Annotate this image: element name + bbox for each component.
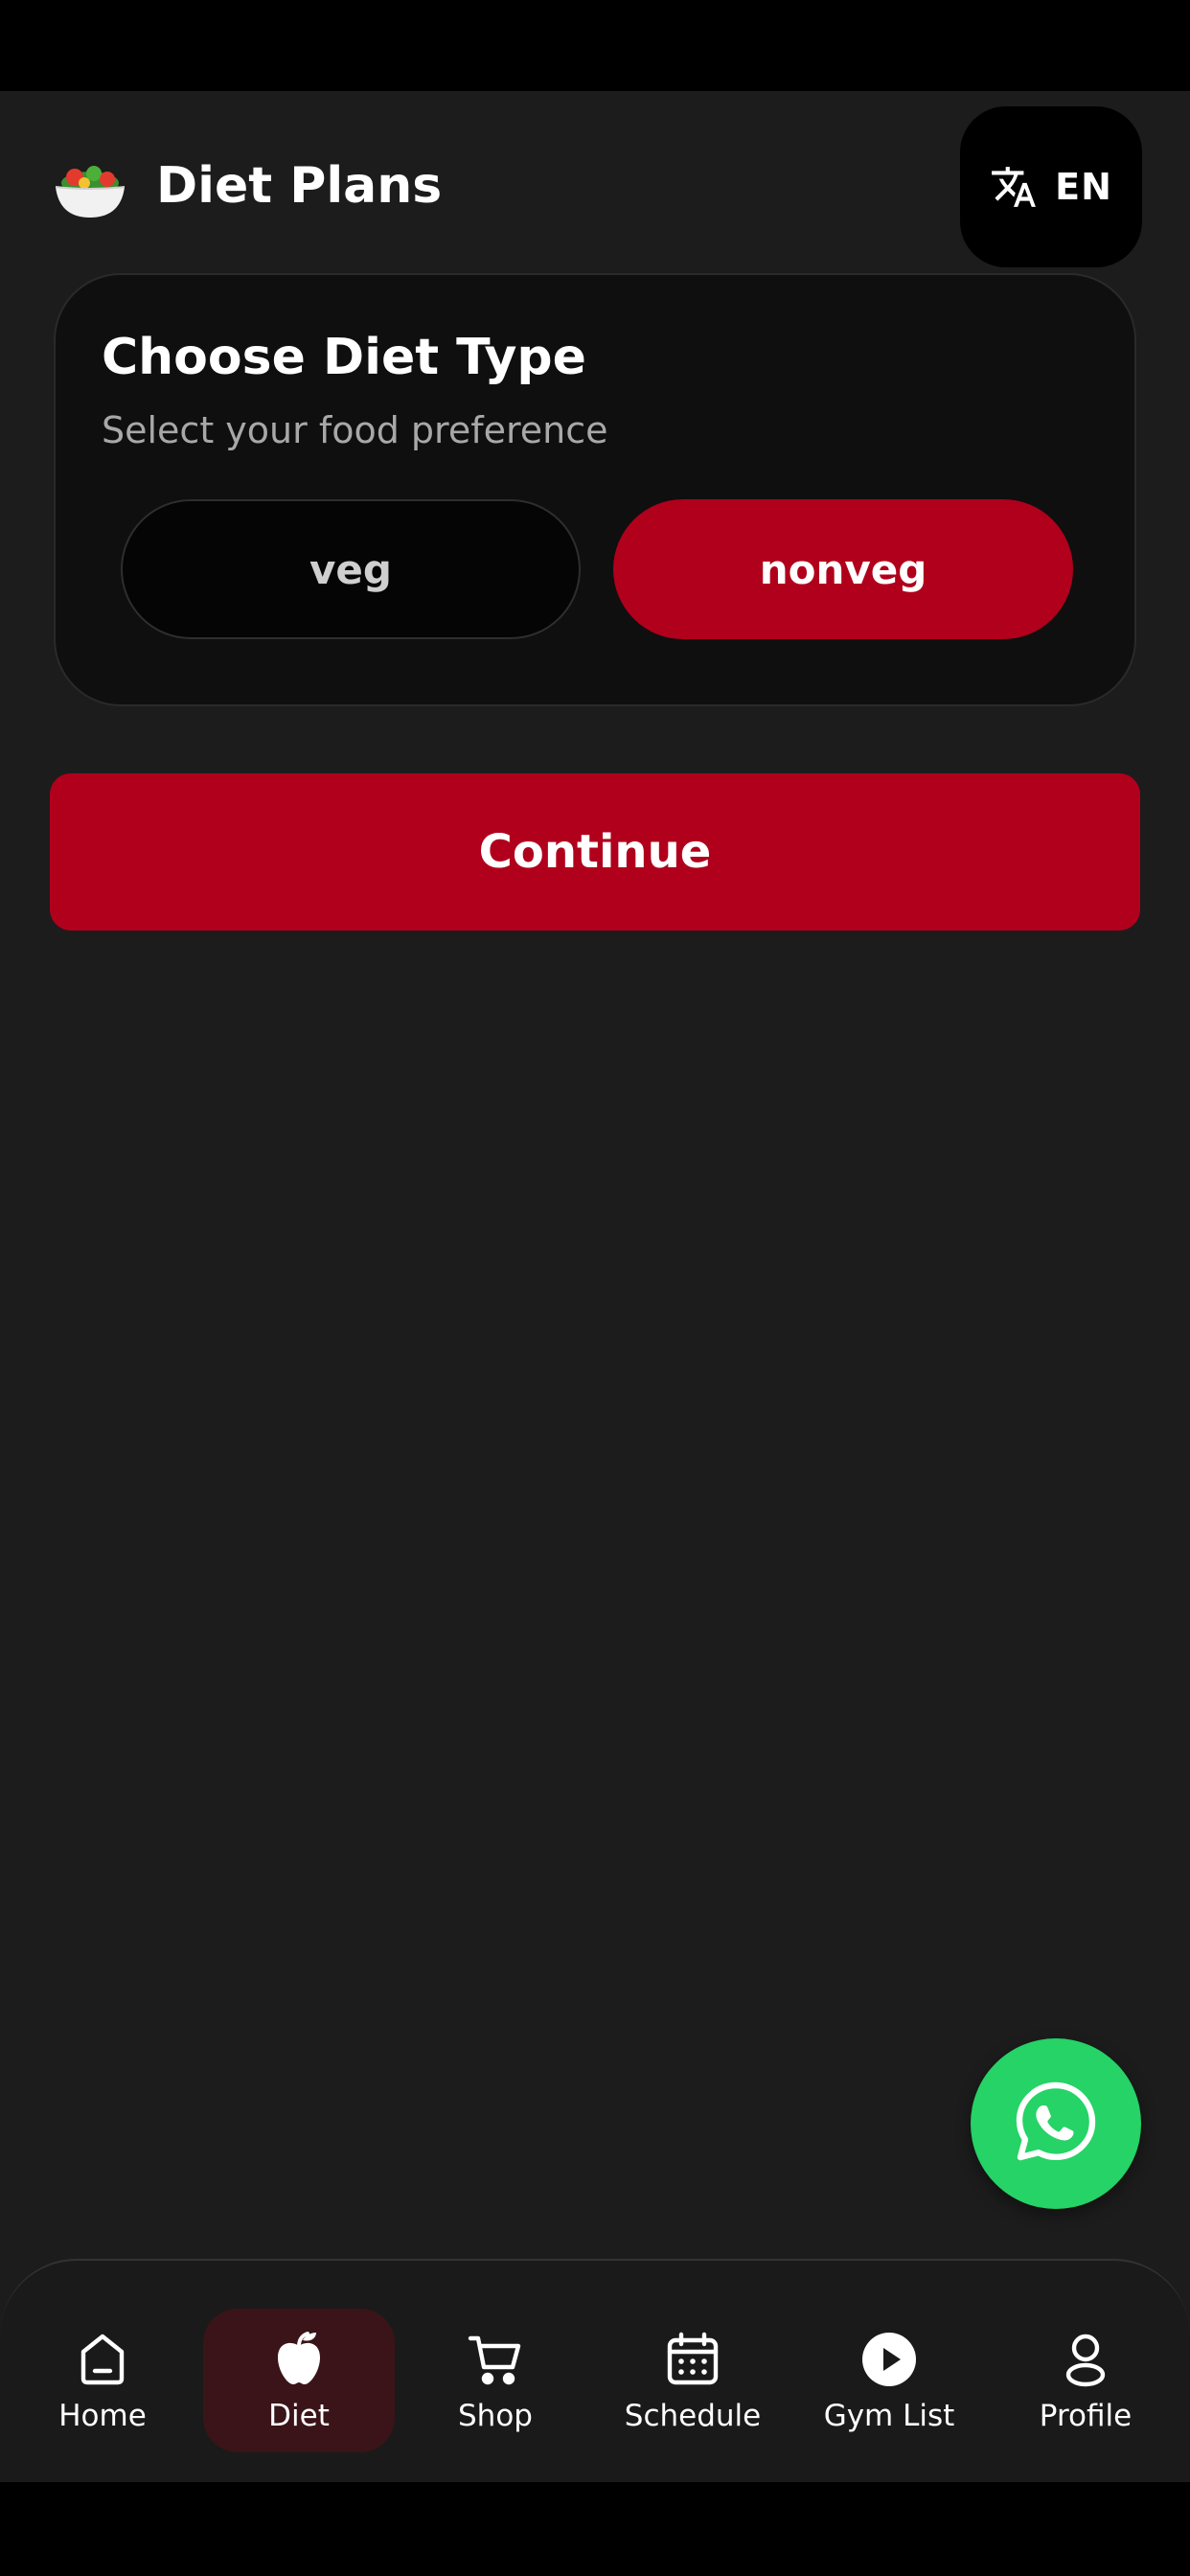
salad-bowl-icon xyxy=(52,154,128,221)
nav-item-profile[interactable]: Profile xyxy=(990,2309,1181,2452)
nav-item-home[interactable]: Home xyxy=(7,2309,198,2452)
whatsapp-icon xyxy=(1010,2076,1102,2172)
nav-label: Home xyxy=(58,2399,147,2433)
card-subtitle: Select your food preference xyxy=(102,409,608,451)
play-icon xyxy=(856,2326,923,2393)
nav-label: Gym List xyxy=(823,2399,955,2433)
system-bottom-bar xyxy=(0,2482,1190,2576)
diet-type-card: Choose Diet Type Select your food prefer… xyxy=(54,273,1136,706)
bottom-navigation: Home Diet Shop Schedule Gym List Profile xyxy=(0,2259,1190,2482)
nav-item-shop[interactable]: Shop xyxy=(400,2309,591,2452)
page-title: Diet Plans xyxy=(156,157,443,215)
app-container: Diet Plans EN Choose Diet Type Select yo… xyxy=(0,91,1190,2482)
nav-label: Profile xyxy=(1039,2399,1133,2433)
card-title: Choose Diet Type xyxy=(102,329,586,386)
user-icon xyxy=(1052,2326,1119,2393)
whatsapp-button[interactable] xyxy=(971,2038,1141,2209)
nav-label: Schedule xyxy=(624,2399,762,2433)
nav-item-gym-list[interactable]: Gym List xyxy=(793,2309,985,2452)
apple-icon xyxy=(265,2326,332,2393)
nav-item-schedule[interactable]: Schedule xyxy=(597,2309,789,2452)
cart-icon xyxy=(462,2326,529,2393)
continue-button[interactable]: Continue xyxy=(50,773,1140,931)
calendar-icon xyxy=(659,2326,726,2393)
nonveg-option-button[interactable]: nonveg xyxy=(613,499,1073,639)
language-button[interactable]: EN xyxy=(960,106,1142,267)
home-icon xyxy=(69,2326,136,2393)
translate-icon xyxy=(990,163,1038,211)
language-code: EN xyxy=(1055,166,1112,208)
phone-screen: Diet Plans EN Choose Diet Type Select yo… xyxy=(0,0,1190,2576)
nav-label: Diet xyxy=(268,2399,330,2433)
veg-option-button[interactable]: veg xyxy=(121,499,581,639)
nav-item-diet[interactable]: Diet xyxy=(203,2309,395,2452)
nav-label: Shop xyxy=(458,2399,533,2433)
